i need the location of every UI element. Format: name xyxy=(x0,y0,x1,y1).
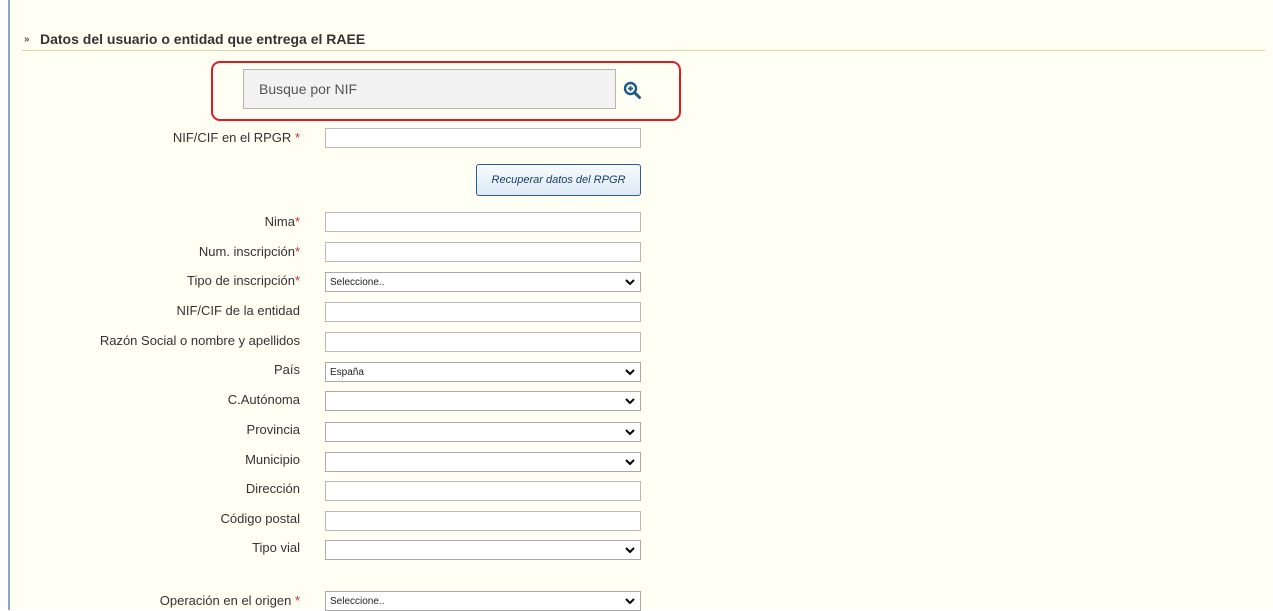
label-razon-social: Razón Social o nombre y apellidos xyxy=(99,333,300,348)
section-bullet-icon: » xyxy=(24,34,30,45)
label-pais: País xyxy=(273,362,300,377)
direccion-input[interactable] xyxy=(325,481,641,501)
pais-value: España xyxy=(330,367,364,378)
chevron-down-icon xyxy=(625,429,635,436)
nif-search-placeholder: Busque por NIF xyxy=(259,81,358,97)
chevron-down-icon xyxy=(625,598,635,605)
label-nima: Nima* xyxy=(264,214,300,229)
label-nif-entidad: NIF/CIF de la entidad xyxy=(176,303,300,318)
section-header: » Datos del usuario o entidad que entreg… xyxy=(22,30,1265,51)
tipo-inscripcion-value: Seleccione.. xyxy=(330,277,385,288)
label-num-inscripcion: Num. inscripción* xyxy=(198,244,300,259)
pais-select[interactable]: España xyxy=(325,362,641,382)
c-autonoma-select[interactable] xyxy=(325,391,641,411)
razon-social-input[interactable] xyxy=(325,332,641,352)
label-municipio: Municipio xyxy=(245,452,300,467)
section-title: Datos del usuario o entidad que entrega … xyxy=(40,31,366,47)
municipio-select[interactable] xyxy=(325,452,641,472)
tipo-vial-select[interactable] xyxy=(325,540,641,560)
nif-search-input[interactable]: Busque por NIF xyxy=(243,69,616,109)
label-codigo-postal: Código postal xyxy=(220,511,301,526)
chevron-down-icon xyxy=(625,398,635,405)
recover-rpgr-button[interactable]: Recuperar datos del RPGR xyxy=(476,164,641,196)
zoom-in-search-icon[interactable] xyxy=(623,81,641,99)
chevron-down-icon xyxy=(625,547,635,554)
chevron-down-icon xyxy=(625,369,635,376)
nif-rpgr-input[interactable] xyxy=(325,128,641,148)
nif-entidad-input[interactable] xyxy=(325,302,641,322)
tipo-inscripcion-select[interactable]: Seleccione.. xyxy=(325,272,641,292)
operacion-origen-select[interactable]: Seleccione.. xyxy=(325,591,641,611)
num-inscripcion-input[interactable] xyxy=(325,242,641,262)
chevron-down-icon xyxy=(625,279,635,286)
operacion-origen-value: Seleccione.. xyxy=(330,596,385,607)
label-tipo-inscripcion: Tipo de inscripción* xyxy=(187,273,300,288)
label-provincia: Provincia xyxy=(246,422,300,437)
nima-input[interactable] xyxy=(325,212,641,232)
label-nif-rpgr: NIF/CIF en el RPGR * xyxy=(172,130,300,145)
label-c-autonoma: C.Autónoma xyxy=(227,392,300,407)
label-operacion-origen: Operación en el origen * xyxy=(159,593,300,608)
codigo-postal-input[interactable] xyxy=(325,511,641,531)
chevron-down-icon xyxy=(625,459,635,466)
provincia-select[interactable] xyxy=(325,422,641,442)
label-direccion: Dirección xyxy=(245,481,300,496)
label-tipo-vial: Tipo vial xyxy=(252,540,300,555)
